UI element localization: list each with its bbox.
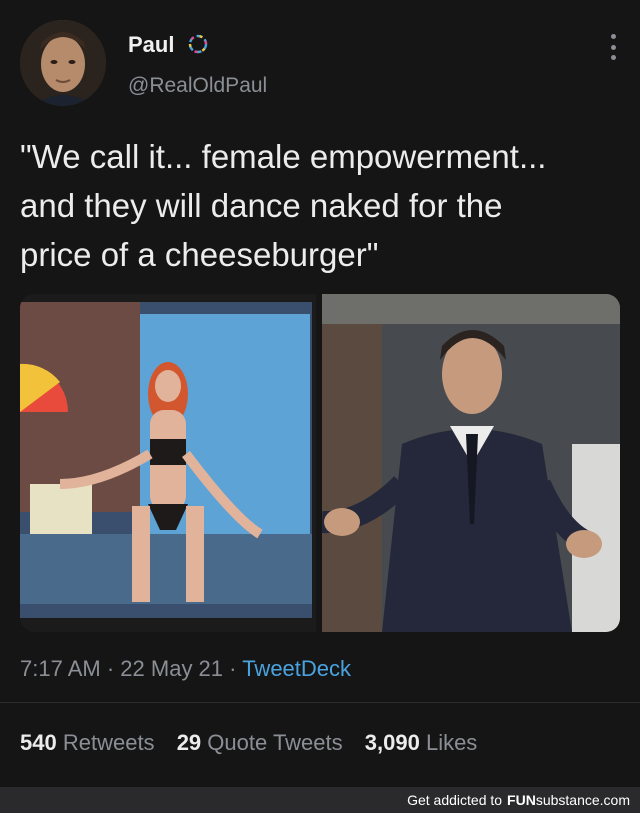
meta-separator: · [229, 656, 243, 681]
verified-badge-icon [186, 32, 210, 56]
quote-tweets-stat[interactable]: 29 Quote Tweets [177, 730, 343, 755]
divider [0, 702, 640, 703]
display-name[interactable]: Paul [128, 32, 174, 58]
likes-label: Likes [425, 730, 478, 755]
meta-separator: · [106, 656, 121, 681]
tweet-source-link[interactable]: TweetDeck [242, 656, 351, 681]
tweet-card: Paul @RealOldPaul "We call it... female … [0, 0, 640, 787]
watermark-footer: Get addicted to FUN substance.com [0, 787, 640, 813]
avatar[interactable] [20, 20, 106, 106]
retweets-stat[interactable]: 540 Retweets [20, 730, 155, 755]
tweet-time[interactable]: 7:17 AM [20, 656, 101, 681]
user-handle[interactable]: @RealOldPaul [128, 74, 267, 98]
retweets-label: Retweets [62, 730, 155, 755]
likes-stat[interactable]: 3,090 Likes [365, 730, 478, 755]
quote-tweets-label: Quote Tweets [207, 730, 343, 755]
likes-count: 3,090 [364, 730, 420, 755]
media-grid [20, 294, 620, 632]
media-image-right[interactable] [322, 294, 620, 632]
footer-brand-rest: substance.com [535, 792, 630, 808]
tweet-stats: 540 Retweets 29 Quote Tweets 3,090 Likes [20, 730, 477, 756]
quote-tweets-count: 29 [176, 730, 202, 755]
tweet-meta: 7:17 AM · 22 May 21 · TweetDeck [20, 656, 351, 682]
tweet-date[interactable]: 22 May 21 [120, 656, 223, 681]
footer-brand-bold: FUN [507, 792, 536, 808]
more-options-icon[interactable] [608, 34, 618, 60]
media-image-left[interactable] [20, 294, 316, 632]
footer-prefix: Get addicted to [407, 792, 503, 808]
retweets-count: 540 [20, 730, 57, 755]
tweet-text: "We call it... female empowerment... and… [20, 138, 547, 273]
